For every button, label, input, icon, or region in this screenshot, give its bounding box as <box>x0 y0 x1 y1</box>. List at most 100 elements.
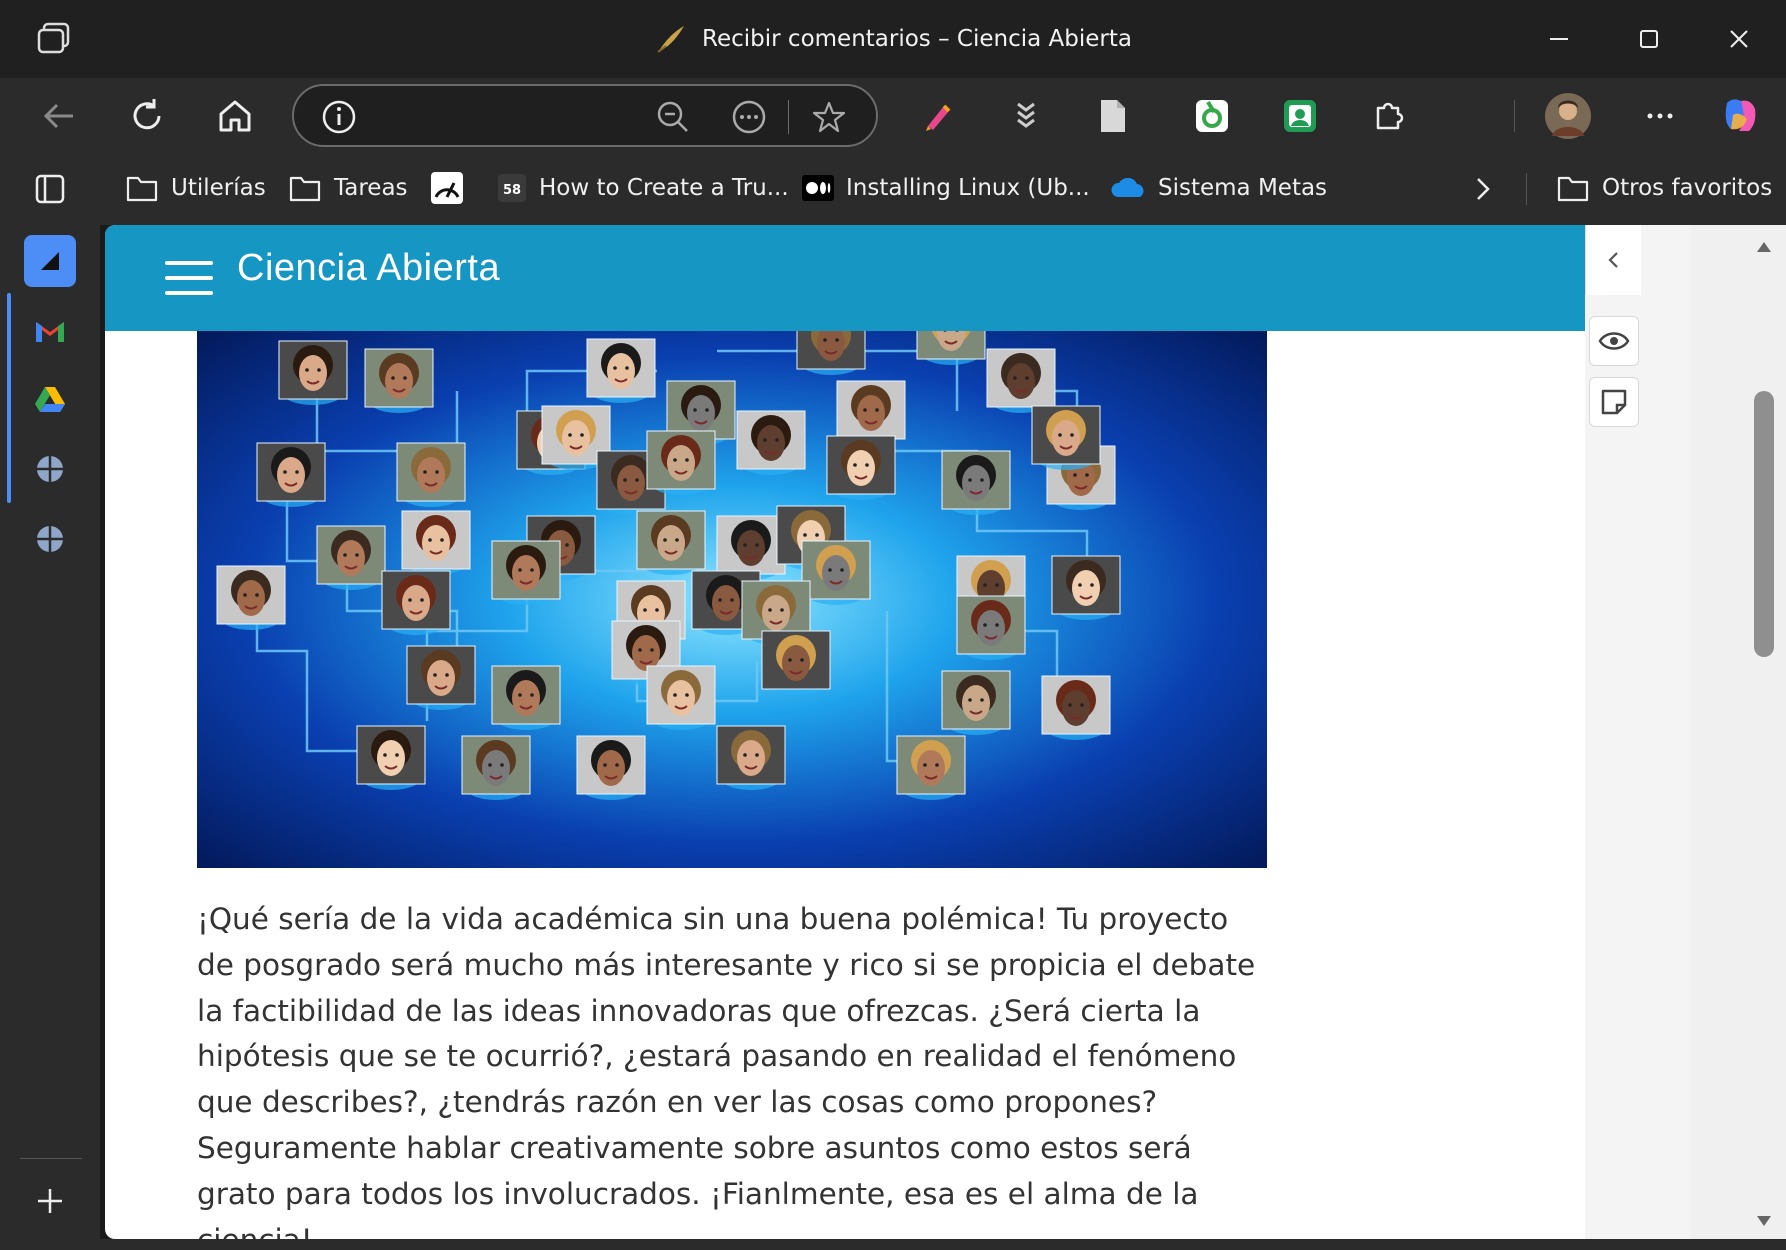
bookmark-label: Utilerías <box>171 175 266 201</box>
bookmark-label: Installing Linux (Ub... <box>846 175 1090 201</box>
hamburger-menu-icon[interactable] <box>165 257 213 299</box>
minimize-button[interactable] <box>1514 0 1604 78</box>
face-thumbnail <box>941 670 1011 735</box>
folder-icon <box>289 176 321 202</box>
face-thumbnail <box>356 725 426 790</box>
face-thumbnail <box>1031 405 1101 470</box>
sidebar-tab-globe-1[interactable] <box>24 443 76 495</box>
face-thumbnail <box>716 515 786 580</box>
face-thumbnail <box>736 410 806 475</box>
active-tab-indicator <box>7 293 11 503</box>
face-thumbnail <box>381 570 451 635</box>
toolbar-separator <box>1514 100 1515 132</box>
face-thumbnail <box>396 442 466 507</box>
bookmark-label: Tareas <box>334 175 408 201</box>
web-page: Ciencia Abierta ¡Qué sería de la vida ac… <box>105 225 1690 1239</box>
photo-extension-icon[interactable] <box>1272 88 1328 144</box>
profile-avatar[interactable] <box>1540 88 1596 144</box>
pen-extension-icon[interactable] <box>910 88 966 144</box>
scrollbar-thumb[interactable] <box>1754 391 1774 657</box>
page-side-panel <box>1585 225 1690 1239</box>
bookmark-utilerias[interactable]: Utilerías <box>125 167 266 209</box>
extensions-puzzle-icon[interactable] <box>1360 88 1416 144</box>
site-info-icon[interactable] <box>312 90 366 144</box>
more-menu-icon[interactable] <box>1632 88 1688 144</box>
collapse-panel-chevron-icon[interactable] <box>1585 225 1641 295</box>
green-extension-icon[interactable] <box>1184 88 1240 144</box>
svg-text:58: 58 <box>503 183 521 198</box>
sidebar-tab-active[interactable] <box>24 235 76 287</box>
face-thumbnail <box>986 348 1056 413</box>
maximize-button[interactable] <box>1604 0 1694 78</box>
face-thumbnail <box>256 442 326 507</box>
sticky-note-icon[interactable] <box>1589 377 1639 427</box>
more-page-actions-icon[interactable] <box>722 90 776 144</box>
visibility-eye-icon[interactable] <box>1589 316 1639 366</box>
download-arrows-extension-icon[interactable] <box>998 88 1054 144</box>
folder-icon <box>126 176 158 202</box>
face-thumbnail <box>1051 555 1121 620</box>
face-thumbnail <box>896 735 966 800</box>
sidebar-divider <box>20 1158 82 1159</box>
zoom-out-icon[interactable] <box>646 90 700 144</box>
sidebar-tab-globe-2[interactable] <box>24 513 76 565</box>
home-button[interactable] <box>207 88 263 144</box>
favorite-star-icon[interactable] <box>802 90 856 144</box>
new-tab-plus-icon[interactable] <box>24 1175 76 1227</box>
site-header: Ciencia Abierta <box>105 225 1690 331</box>
face-thumbnail <box>406 645 476 710</box>
bookmark-how-to-create[interactable]: 58 How to Create a Tru... <box>497 167 789 209</box>
face-thumbnail <box>636 510 706 575</box>
face-thumbnail <box>216 565 286 630</box>
site-title[interactable]: Ciencia Abierta <box>237 247 500 290</box>
address-input[interactable] <box>384 98 664 134</box>
browser-toolbar <box>0 78 1786 153</box>
gmail-icon <box>36 322 64 342</box>
more-favorites-chevron-icon[interactable] <box>1454 161 1510 217</box>
face-thumbnail <box>576 735 646 800</box>
face-thumbnail <box>461 735 531 800</box>
badge-58-icon: 58 <box>498 174 526 202</box>
face-thumbnail <box>316 525 386 590</box>
folder-icon <box>1557 176 1589 202</box>
bookmark-label: How to Create a Tru... <box>539 175 789 201</box>
address-bar[interactable] <box>292 84 878 147</box>
refresh-button[interactable] <box>119 88 175 144</box>
window-title-text: Recibir comentarios – Ciencia Abierta <box>702 26 1132 52</box>
quill-icon <box>654 22 688 56</box>
hero-image-network-of-faces <box>197 331 1267 868</box>
scroll-up-arrow-icon[interactable] <box>1754 237 1774 257</box>
favorites-bar: Utilerías Tareas 58 How to Create a Tru.… <box>0 153 1786 225</box>
document-extension-icon[interactable] <box>1085 88 1141 144</box>
page-scrollbar[interactable] <box>1748 225 1786 1239</box>
scroll-down-arrow-icon[interactable] <box>1754 1211 1774 1231</box>
page-frame-edge <box>1690 225 1748 1239</box>
globe-icon <box>37 456 63 482</box>
bookmark-tareas[interactable]: Tareas <box>288 167 408 209</box>
face-thumbnail <box>956 595 1026 660</box>
bookmark-sistema-metas[interactable]: Sistema Metas <box>1110 167 1327 209</box>
back-button[interactable] <box>31 88 87 144</box>
bookmark-speedometer[interactable] <box>430 167 464 209</box>
bookmark-label: Sistema Metas <box>1158 175 1328 201</box>
bookmark-installing-linux[interactable]: Installing Linux (Ub... <box>802 167 1090 209</box>
face-thumbnail <box>278 340 348 405</box>
sidebar-tab-gmail[interactable] <box>24 305 76 357</box>
face-thumbnail <box>646 665 716 730</box>
face-thumbnail <box>916 331 986 365</box>
close-button[interactable] <box>1694 0 1784 78</box>
face-thumbnail <box>364 348 434 413</box>
face-thumbnail <box>1041 675 1111 740</box>
vertical-tabs-icon[interactable] <box>22 161 78 217</box>
face-thumbnail <box>826 435 896 500</box>
bookmark-otros-favoritos[interactable]: Otros favoritos <box>1556 167 1772 209</box>
cloud-icon <box>1111 177 1144 197</box>
title-bar: Recibir comentarios – Ciencia Abierta <box>0 0 1786 78</box>
bookmark-label: Otros favoritos <box>1602 175 1773 201</box>
face-thumbnail <box>761 630 831 695</box>
window-bottom-edge <box>0 1239 1786 1250</box>
face-thumbnail <box>801 540 871 605</box>
sidebar-tab-drive[interactable] <box>24 373 76 425</box>
google-drive-icon <box>35 387 65 412</box>
copilot-icon[interactable] <box>1712 88 1768 144</box>
